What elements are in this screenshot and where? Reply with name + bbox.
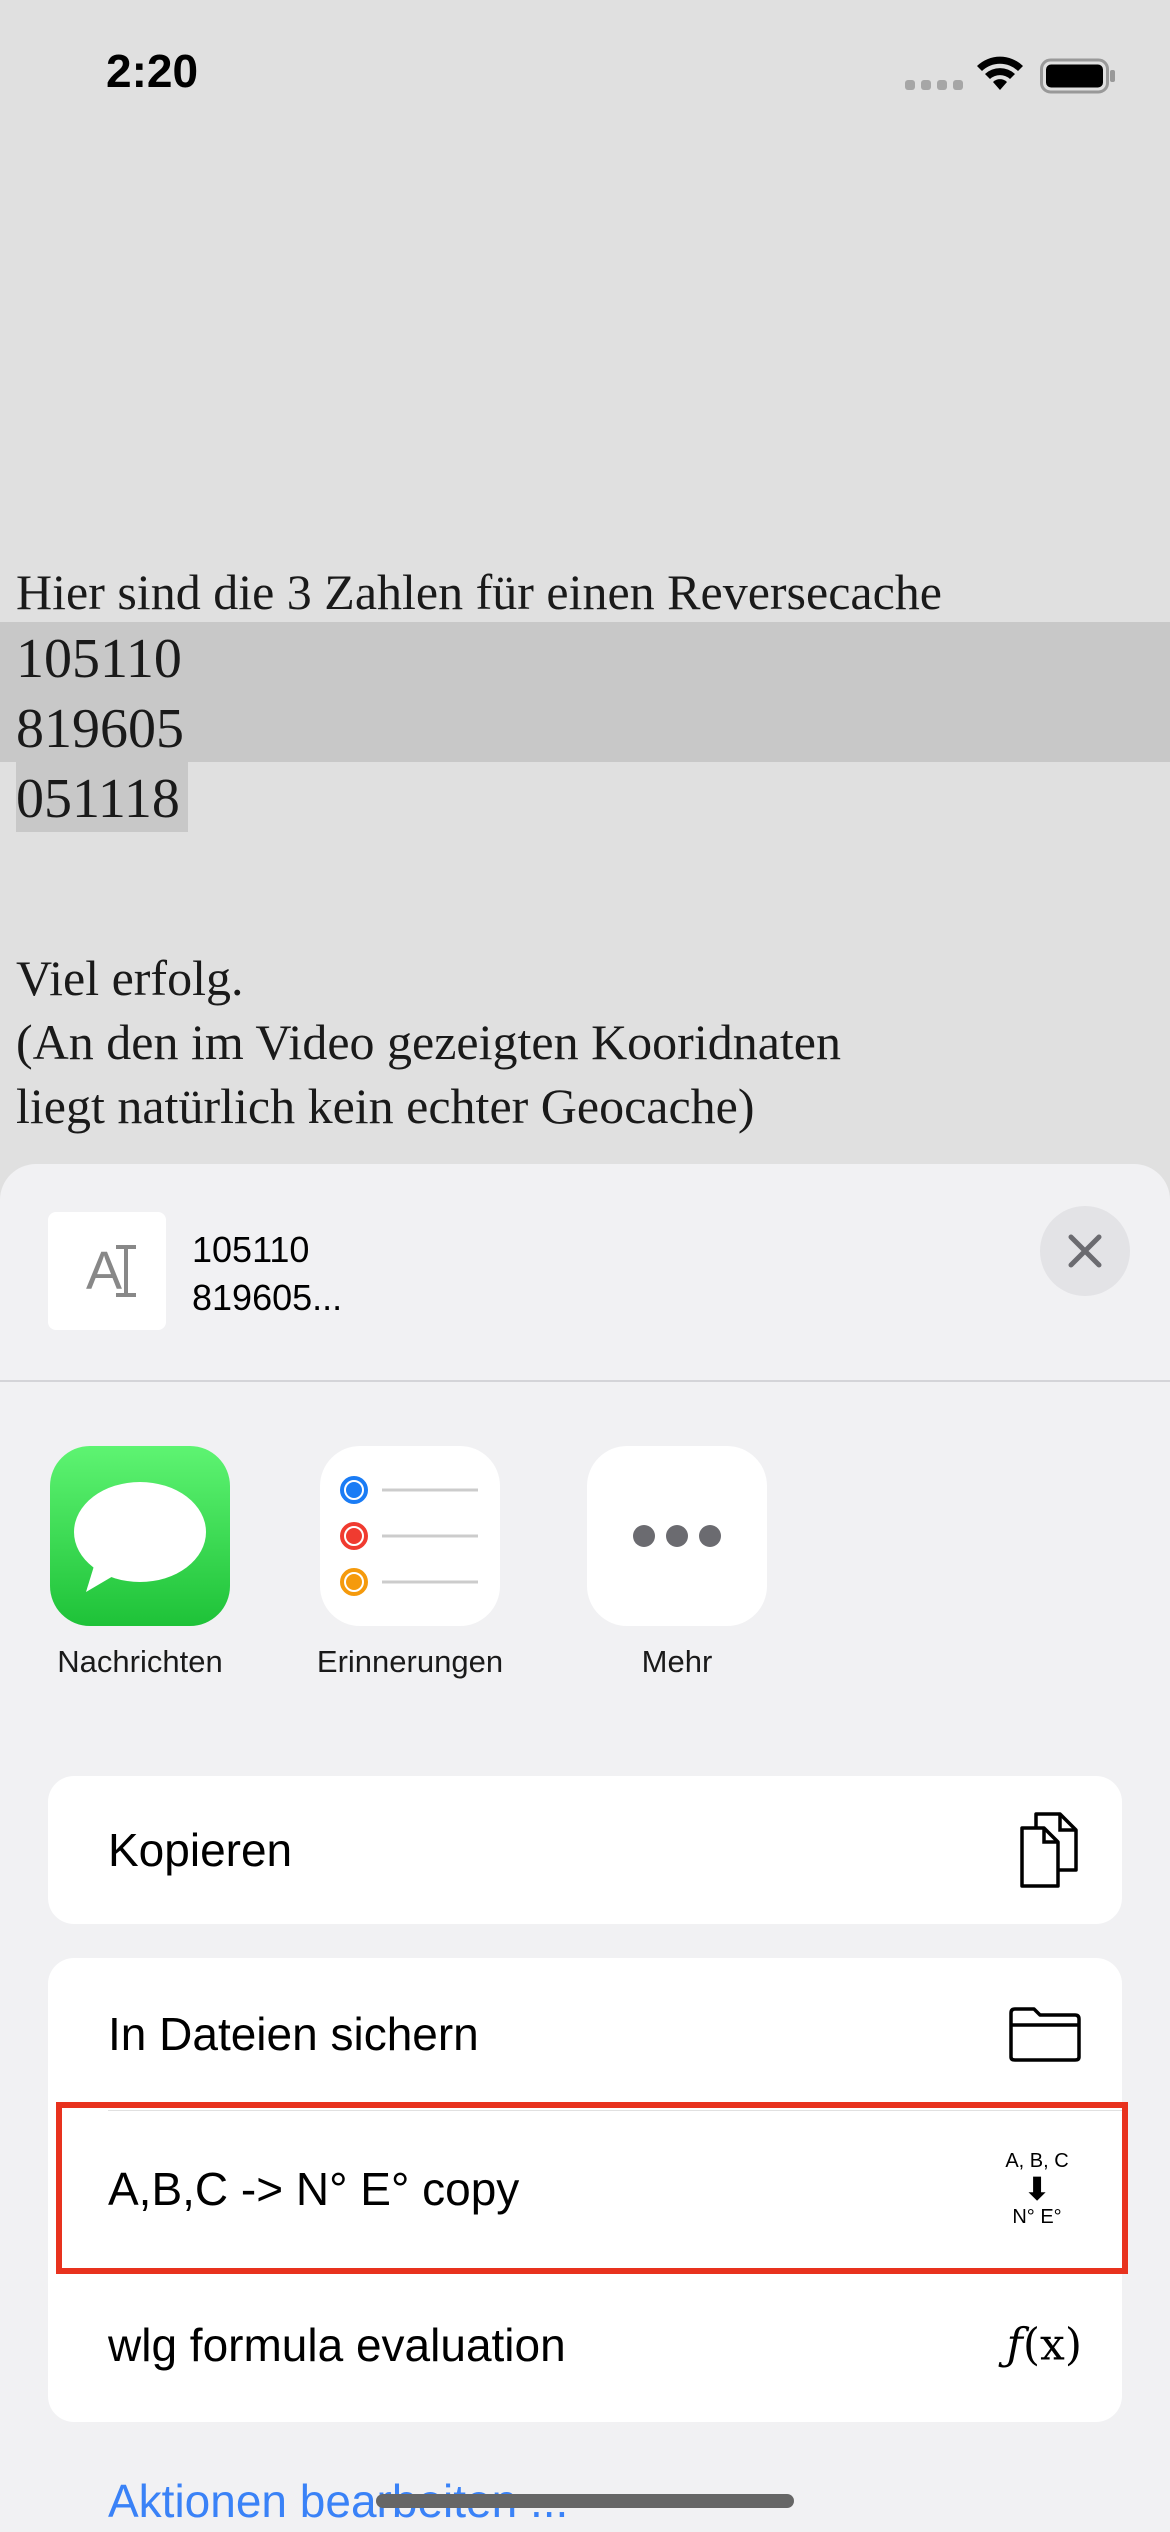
icon-text-bottom: N° E° xyxy=(1012,2206,1062,2228)
document-line: (An den im Video gezeigten Kooridnaten xyxy=(16,1014,841,1070)
function-f-glyph: ƒ xyxy=(1006,2319,1023,2371)
function-icon: ƒ(x) xyxy=(1007,2320,1082,2371)
action-formula-evaluation[interactable]: wlg formula evaluation ƒ(x) xyxy=(48,2268,1122,2422)
document-line: Viel erfolg. xyxy=(16,950,244,1006)
document-body[interactable]: Hier sind die 3 Zahlen für einen Reverse… xyxy=(16,560,1170,1138)
action-group-copy: Kopieren xyxy=(48,1776,1122,1924)
action-copy[interactable]: Kopieren xyxy=(48,1776,1122,1924)
battery-icon xyxy=(1040,58,1115,94)
document-line: Hier sind die 3 Zahlen für einen Reverse… xyxy=(16,564,942,620)
function-x-text: (x) xyxy=(1022,2319,1082,2371)
preview-line: 105110 xyxy=(192,1229,310,1270)
reminders-icon xyxy=(320,1446,500,1626)
share-app-row: Nachrichten Erinnerungen Mehr xyxy=(0,1446,1170,1679)
status-time: 2:20 xyxy=(106,45,199,97)
close-icon xyxy=(1068,1234,1102,1268)
wifi-icon xyxy=(977,56,1023,90)
cellular-signal-icon xyxy=(905,80,963,90)
action-label: In Dateien sichern xyxy=(108,2008,479,2060)
action-group-main: In Dateien sichern A,B,C -> N° E° copy A… xyxy=(48,1958,1122,2422)
messages-icon xyxy=(50,1446,230,1626)
share-app-messages[interactable]: Nachrichten xyxy=(5,1446,275,1680)
action-label: Kopieren xyxy=(108,1824,293,1876)
selected-number: 051118 xyxy=(16,768,180,830)
selected-number: 819605 xyxy=(16,698,184,760)
divider xyxy=(0,1380,1170,1382)
selected-number: 105110 xyxy=(16,628,182,690)
share-app-reminders[interactable]: Erinnerungen xyxy=(275,1446,545,1680)
action-abc-copy[interactable]: A,B,C -> N° E° copy A, B, C ⬇ N° E° xyxy=(48,2110,1122,2268)
app-label: Mehr xyxy=(641,1644,713,1679)
action-label: A,B,C -> N° E° copy xyxy=(108,2163,520,2215)
app-label: Nachrichten xyxy=(57,1644,223,1679)
share-sheet: A 105110 819605... Nachrichten Erinnerun… xyxy=(0,1164,1170,2532)
document-line: liegt natürlich kein echter Geocache) xyxy=(16,1078,755,1134)
close-button[interactable] xyxy=(1040,1206,1130,1296)
abc-to-coordinates-icon: A, B, C ⬇ N° E° xyxy=(992,2149,1082,2229)
copy-icon xyxy=(1020,1812,1078,1888)
text-document-icon: A xyxy=(48,1212,166,1330)
home-indicator[interactable] xyxy=(376,2494,794,2508)
action-save-files[interactable]: In Dateien sichern xyxy=(48,1958,1122,2110)
folder-icon xyxy=(1009,2007,1081,2062)
arrow-down-icon: ⬇ xyxy=(1023,2171,1051,2207)
app-label: Erinnerungen xyxy=(316,1644,504,1679)
more-icon xyxy=(587,1446,767,1626)
share-preview-text: 105110 819605... xyxy=(192,1226,342,1322)
preview-line: 819605... xyxy=(192,1277,343,1318)
share-app-more[interactable]: Mehr xyxy=(542,1446,812,1680)
icon-text-top: A, B, C xyxy=(1005,2150,1069,2172)
action-label: wlg formula evaluation xyxy=(108,2319,566,2371)
